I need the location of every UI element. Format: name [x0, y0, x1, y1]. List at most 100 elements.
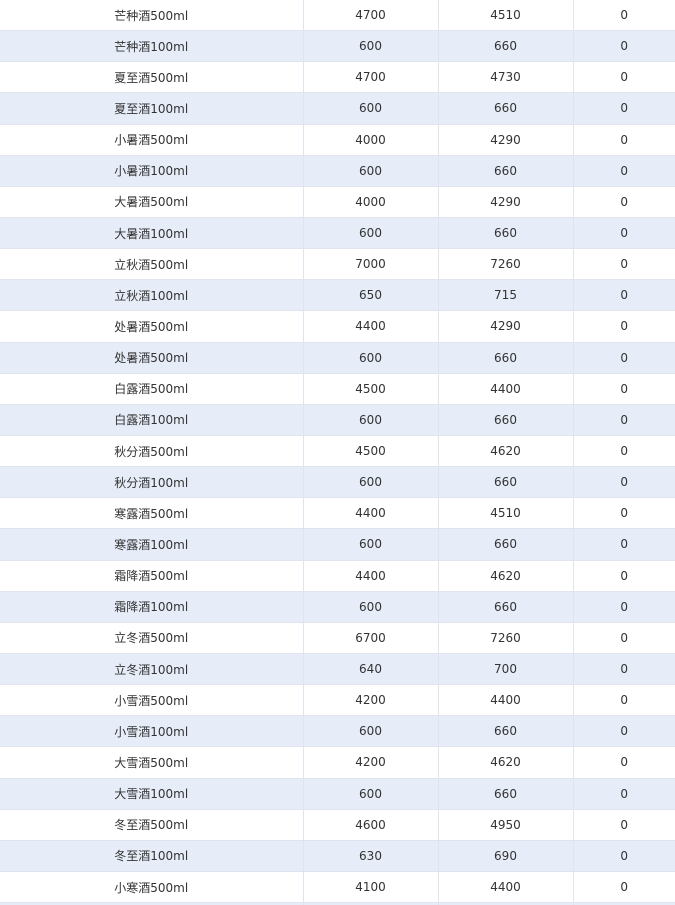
product-name-cell: 处暑酒500ml	[0, 342, 304, 374]
value-cell-1: 4400	[303, 560, 439, 592]
product-name-cell: 小寒酒500ml	[0, 871, 304, 904]
value-cell-1: 4700	[303, 61, 439, 94]
value-cell-3: 0	[573, 124, 675, 156]
table-row[interactable]: 芒种酒500ml 4700 4510 0	[0, 0, 675, 32]
product-name-cell: 芒种酒100ml	[0, 30, 304, 63]
product-name-cell: 立冬酒500ml	[0, 622, 304, 654]
table-row[interactable]: 处暑酒500ml 4400 4290 0	[0, 310, 675, 343]
product-name-cell: 寒露酒100ml	[0, 528, 304, 561]
value-cell-3: 0	[573, 0, 675, 32]
product-name-cell: 小暑酒500ml	[0, 124, 304, 156]
value-cell-2: 4620	[438, 560, 574, 592]
table-row[interactable]: 大雪酒500ml 4200 4620 0	[0, 746, 675, 779]
value-cell-1: 600	[303, 342, 439, 374]
product-name-cell: 处暑酒500ml	[0, 310, 304, 343]
value-cell-1: 4000	[303, 186, 439, 218]
value-cell-1: 600	[303, 92, 439, 125]
table-row[interactable]: 夏至酒100ml 600 660 0	[0, 92, 675, 125]
value-cell-2: 715	[438, 279, 574, 312]
value-cell-1: 630	[303, 840, 439, 872]
table-row[interactable]: 大雪酒100ml 600 660 0	[0, 778, 675, 810]
value-cell-1: 4200	[303, 746, 439, 779]
value-cell-1: 600	[303, 155, 439, 187]
value-cell-2: 4620	[438, 435, 574, 468]
table-row[interactable]: 白露酒100ml 600 660 0	[0, 404, 675, 436]
table-row[interactable]: 大暑酒100ml 600 660 0	[0, 217, 675, 250]
value-cell-3: 0	[573, 61, 675, 94]
product-name-cell: 秋分酒100ml	[0, 466, 304, 499]
value-cell-1: 4600	[303, 809, 439, 841]
value-cell-2: 4400	[438, 684, 574, 717]
value-cell-3: 0	[573, 435, 675, 468]
value-cell-3: 0	[573, 684, 675, 717]
data-table: 芒种酒500ml 4700 4510 0 芒种酒100ml 600 660 0 夏至酒500ml…	[0, 0, 675, 905]
value-cell-3: 0	[573, 217, 675, 250]
table-row[interactable]: 霜降酒100ml 600 660 0	[0, 591, 675, 623]
value-cell-2: 7260	[438, 622, 574, 654]
table-row[interactable]: 大暑酒500ml 4000 4290 0	[0, 186, 675, 218]
value-cell-1: 600	[303, 30, 439, 63]
value-cell-2: 700	[438, 653, 574, 686]
product-name-cell: 大暑酒100ml	[0, 217, 304, 250]
value-cell-1: 600	[303, 217, 439, 250]
value-cell-3: 0	[573, 30, 675, 63]
table-row[interactable]: 冬至酒100ml 630 690 0	[0, 840, 675, 872]
product-name-cell: 立秋酒100ml	[0, 279, 304, 312]
value-cell-2: 4290	[438, 310, 574, 343]
value-cell-2: 660	[438, 466, 574, 499]
value-cell-1: 4200	[303, 684, 439, 717]
value-cell-2: 660	[438, 92, 574, 125]
table-row[interactable]: 小暑酒500ml 4000 4290 0	[0, 124, 675, 156]
table-body: 芒种酒500ml 4700 4510 0 芒种酒100ml 600 660 0 夏至酒500ml…	[0, 0, 675, 905]
table-row[interactable]: 寒露酒100ml 600 660 0	[0, 528, 675, 561]
product-name-cell: 夏至酒100ml	[0, 92, 304, 125]
value-cell-3: 0	[573, 560, 675, 592]
value-cell-1: 600	[303, 466, 439, 499]
value-cell-3: 0	[573, 155, 675, 187]
value-cell-1: 6700	[303, 622, 439, 654]
product-name-cell: 芒种酒500ml	[0, 0, 304, 32]
value-cell-1: 4400	[303, 310, 439, 343]
table-row[interactable]: 寒露酒500ml 4400 4510 0	[0, 497, 675, 530]
value-cell-3: 0	[573, 591, 675, 623]
value-cell-1: 600	[303, 591, 439, 623]
value-cell-1: 4500	[303, 373, 439, 405]
value-cell-3: 0	[573, 809, 675, 841]
table-row[interactable]: 秋分酒100ml 600 660 0	[0, 466, 675, 499]
table-row[interactable]: 冬至酒500ml 4600 4950 0	[0, 809, 675, 841]
table-row[interactable]: 小暑酒100ml 600 660 0	[0, 155, 675, 187]
value-cell-2: 4400	[438, 373, 574, 405]
table-row[interactable]: 处暑酒500ml 600 660 0	[0, 342, 675, 374]
table-row[interactable]: 立秋酒100ml 650 715 0	[0, 279, 675, 312]
table-row[interactable]: 立秋酒500ml 7000 7260 0	[0, 248, 675, 281]
value-cell-3: 0	[573, 778, 675, 810]
table-row[interactable]: 小雪酒500ml 4200 4400 0	[0, 684, 675, 717]
value-cell-2: 4950	[438, 809, 574, 841]
value-cell-3: 0	[573, 497, 675, 530]
value-cell-1: 4000	[303, 124, 439, 156]
value-cell-2: 690	[438, 840, 574, 872]
value-cell-3: 0	[573, 746, 675, 779]
product-name-cell: 寒露酒500ml	[0, 497, 304, 530]
value-cell-1: 650	[303, 279, 439, 312]
table-row[interactable]: 夏至酒500ml 4700 4730 0	[0, 61, 675, 94]
table-row[interactable]: 立冬酒500ml 6700 7260 0	[0, 622, 675, 654]
value-cell-1: 640	[303, 653, 439, 686]
table-row[interactable]: 霜降酒500ml 4400 4620 0	[0, 560, 675, 592]
value-cell-1: 4500	[303, 435, 439, 468]
value-cell-3: 0	[573, 466, 675, 499]
table-row[interactable]: 小雪酒100ml 600 660 0	[0, 715, 675, 748]
product-name-cell: 小雪酒100ml	[0, 715, 304, 748]
value-cell-3: 0	[573, 279, 675, 312]
value-cell-3: 0	[573, 342, 675, 374]
table-row[interactable]: 小寒酒500ml 4100 4400 0	[0, 871, 675, 904]
value-cell-1: 4100	[303, 871, 439, 904]
table-row[interactable]: 秋分酒500ml 4500 4620 0	[0, 435, 675, 468]
table-row[interactable]: 立冬酒100ml 640 700 0	[0, 653, 675, 686]
value-cell-3: 0	[573, 840, 675, 872]
value-cell-3: 0	[573, 404, 675, 436]
table-row[interactable]: 芒种酒100ml 600 660 0	[0, 30, 675, 63]
value-cell-3: 0	[573, 653, 675, 686]
product-name-cell: 冬至酒500ml	[0, 809, 304, 841]
table-row[interactable]: 白露酒500ml 4500 4400 0	[0, 373, 675, 405]
